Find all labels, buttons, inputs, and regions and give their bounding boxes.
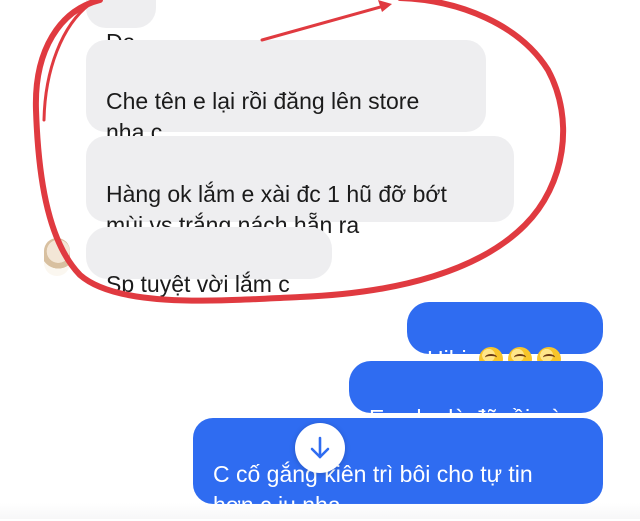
avatar[interactable] xyxy=(44,238,70,276)
bottom-fade xyxy=(0,503,640,519)
message-bubble-incoming[interactable]: Che tên e lại rồi đăng lên store nha c xyxy=(86,40,486,145)
message-bubble-incoming[interactable]: Sp tuyệt vời lắm c xyxy=(86,227,332,297)
message-bubble-incoming[interactable]: Dạ xyxy=(86,0,156,55)
chat-area: Dạ Che tên e lại rồi đăng lên store nha … xyxy=(0,0,640,519)
message-text: Sp tuyệt vời lắm c xyxy=(106,271,290,297)
message-bubble-outgoing[interactable]: Hihi xyxy=(407,302,603,372)
arrow-down-icon xyxy=(310,436,330,459)
message-bubble-incoming[interactable]: Hàng ok lắm e xài đc 1 hũ đỡ bớt mùi vs … xyxy=(86,136,514,238)
message-bubble-outgoing[interactable]: E nghe là đã rồi nè xyxy=(349,361,603,431)
scroll-to-bottom-button[interactable] xyxy=(295,423,345,473)
message-bubble-outgoing[interactable]: C cố gắng kiên trì bôi cho tự tin hơn c … xyxy=(193,418,603,518)
